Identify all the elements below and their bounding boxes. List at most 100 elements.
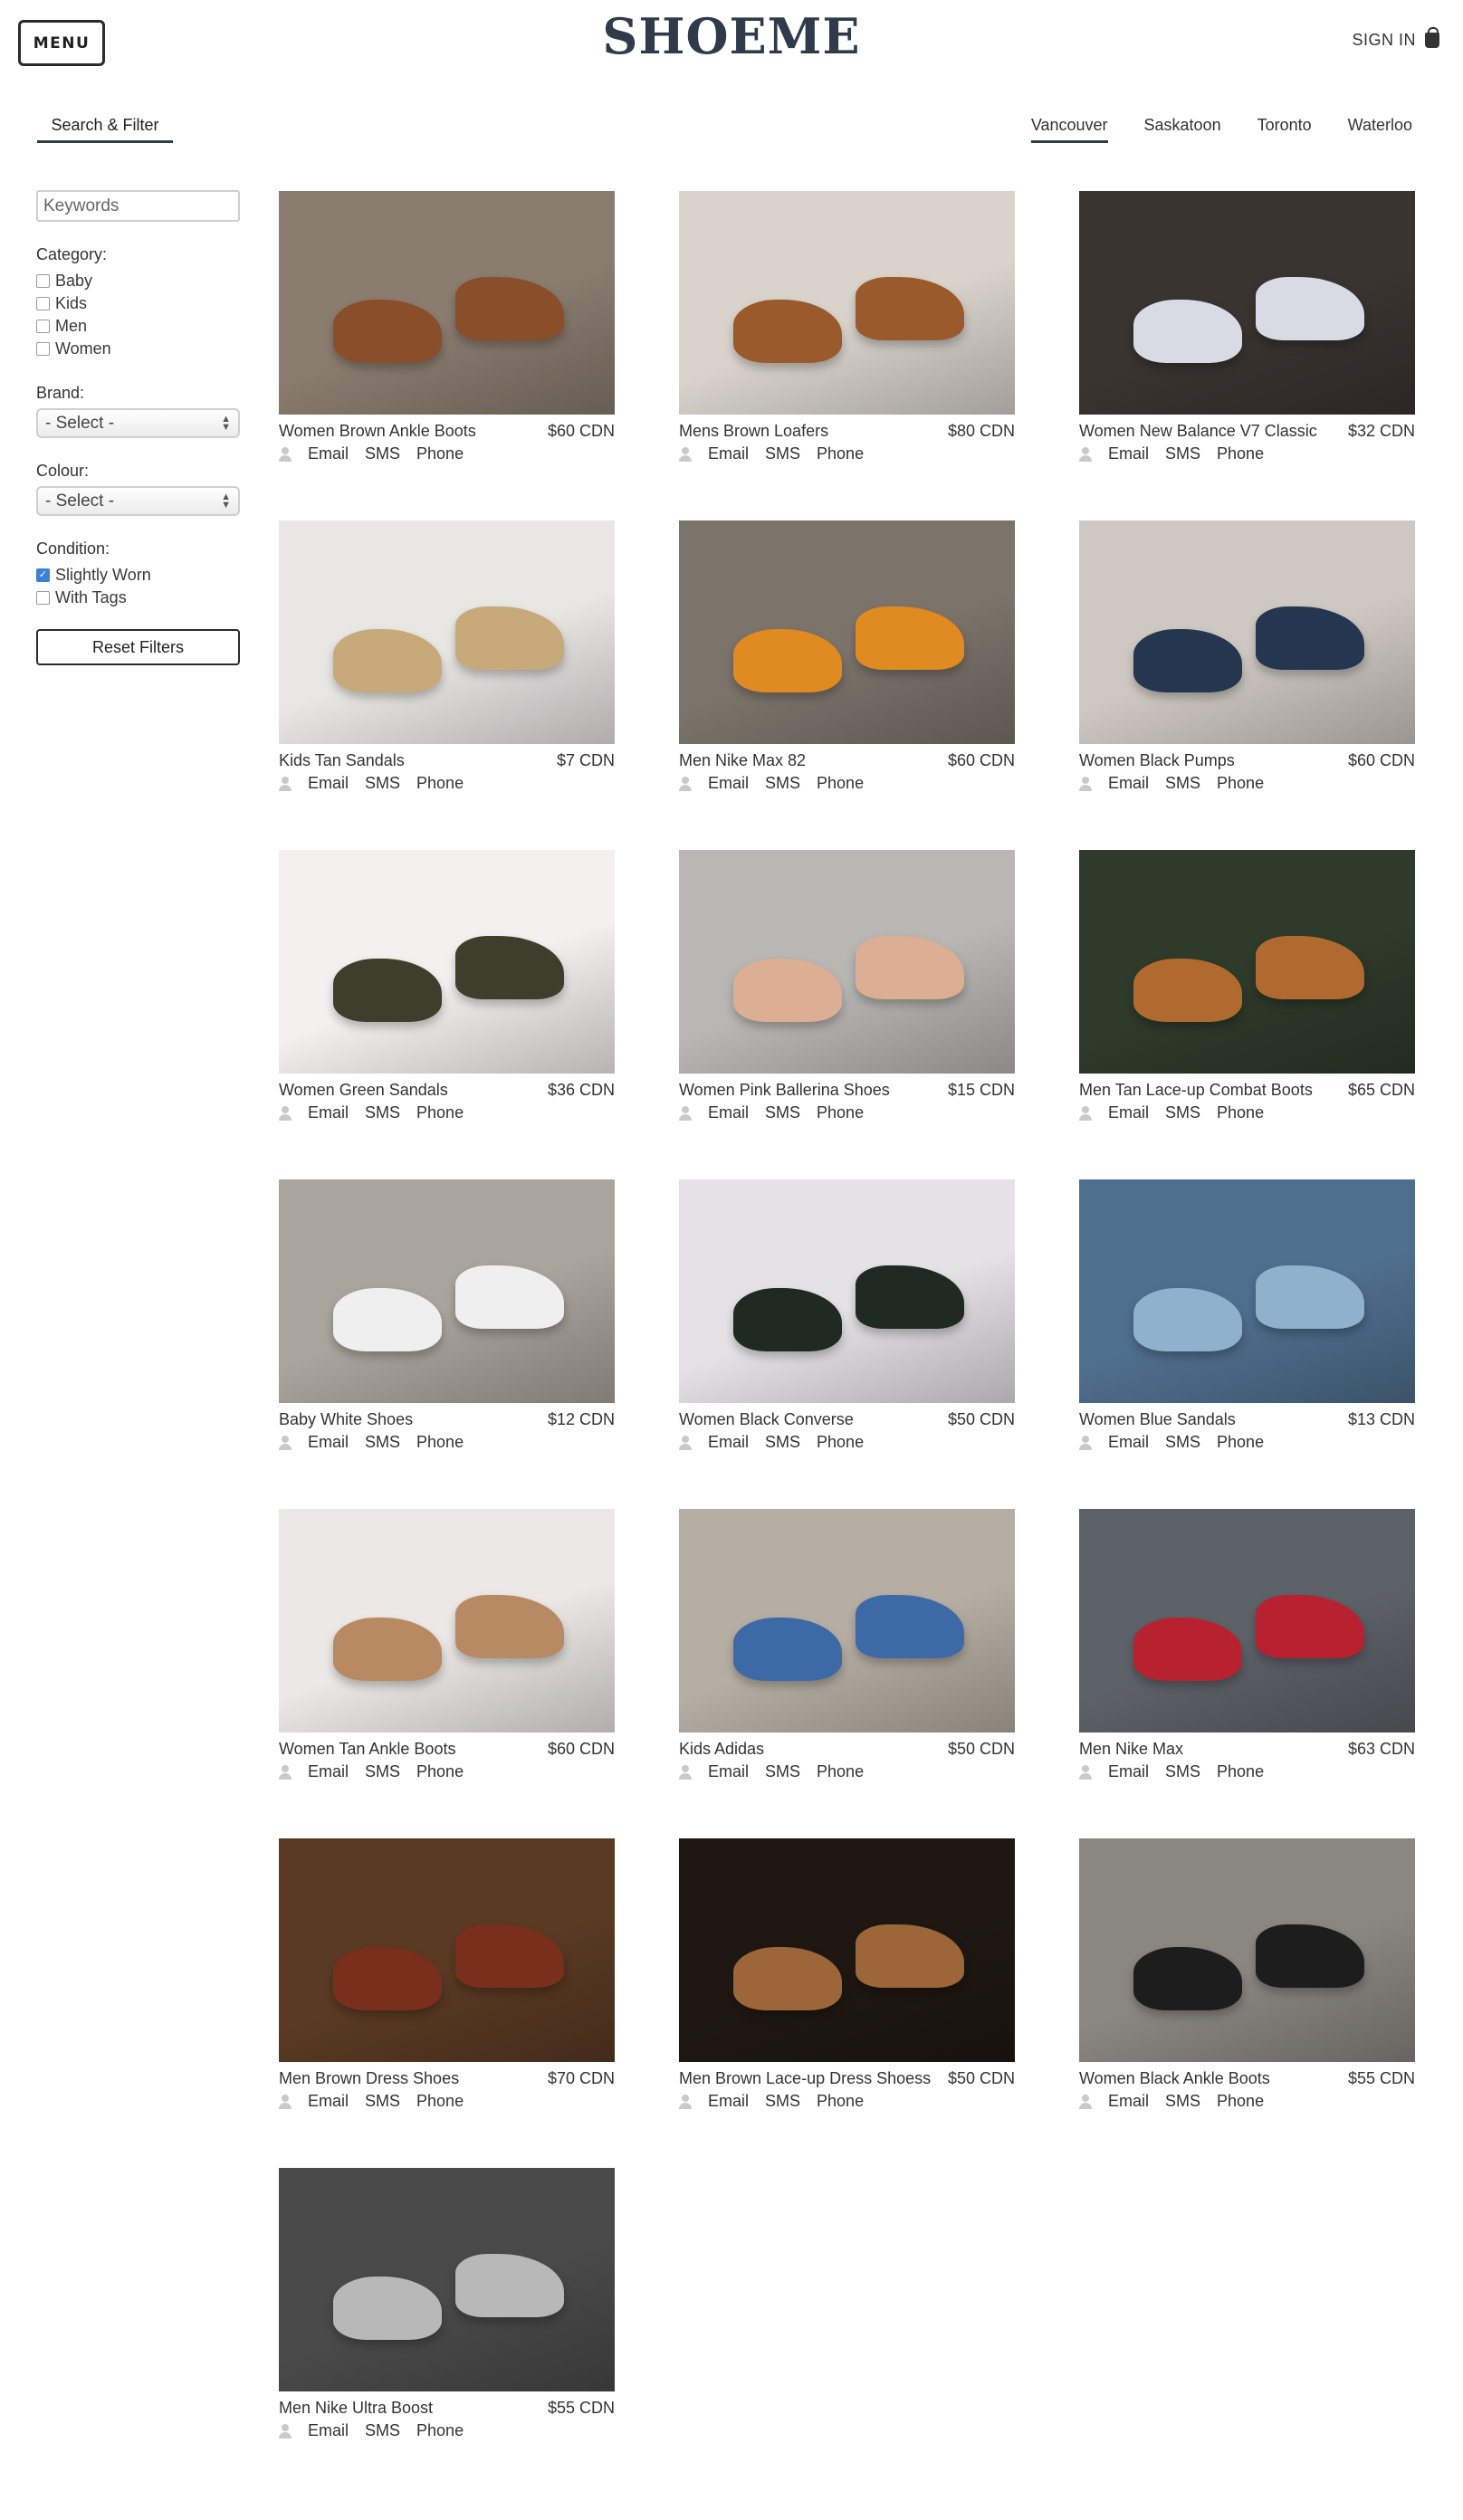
category-option-women[interactable]: Women <box>36 338 240 360</box>
contact-email-link[interactable]: Email <box>308 1433 349 1452</box>
contact-phone-link[interactable]: Phone <box>1217 774 1264 793</box>
product-image[interactable] <box>679 1179 1015 1403</box>
product-image[interactable] <box>679 191 1015 415</box>
contact-email-link[interactable]: Email <box>308 1762 349 1781</box>
contact-sms-link[interactable]: SMS <box>365 1762 400 1781</box>
product-image[interactable] <box>679 1838 1015 2062</box>
contact-phone-link[interactable]: Phone <box>416 1103 464 1122</box>
condition-option-slightly-worn[interactable]: ✓ Slightly Worn <box>36 564 240 587</box>
contact-phone-link[interactable]: Phone <box>1217 444 1264 463</box>
contact-sms-link[interactable]: SMS <box>1165 2092 1200 2111</box>
product-image[interactable] <box>279 850 615 1074</box>
contact-sms-link[interactable]: SMS <box>1165 1103 1200 1122</box>
product-image[interactable] <box>679 520 1015 744</box>
product-card[interactable]: Women Black Converse $50 CDN Email SMS P… <box>679 1179 1015 1509</box>
sign-in-link[interactable]: SIGN IN <box>1352 27 1439 50</box>
contact-phone-link[interactable]: Phone <box>416 1762 464 1781</box>
contact-email-link[interactable]: Email <box>708 1103 749 1122</box>
product-title[interactable]: Kids Adidas <box>679 1740 764 1759</box>
contact-sms-link[interactable]: SMS <box>365 444 400 463</box>
product-card[interactable]: Baby White Shoes $12 CDN Email SMS Phone <box>279 1179 615 1509</box>
product-title[interactable]: Mens Brown Loafers <box>679 422 828 441</box>
product-card[interactable]: Women Blue Sandals $13 CDN Email SMS Pho… <box>1079 1179 1415 1509</box>
contact-sms-link[interactable]: SMS <box>1165 1762 1200 1781</box>
tab-city-toronto[interactable]: Toronto <box>1257 112 1312 143</box>
contact-sms-link[interactable]: SMS <box>765 444 800 463</box>
contact-email-link[interactable]: Email <box>708 444 749 463</box>
product-card[interactable]: Men Nike Ultra Boost $55 CDN Email SMS P… <box>279 2168 615 2497</box>
contact-phone-link[interactable]: Phone <box>416 2092 464 2111</box>
product-title[interactable]: Men Nike Max 82 <box>679 751 806 770</box>
contact-phone-link[interactable]: Phone <box>817 2092 864 2111</box>
contact-sms-link[interactable]: SMS <box>765 774 800 793</box>
keywords-input[interactable] <box>36 190 240 222</box>
contact-phone-link[interactable]: Phone <box>416 2421 464 2440</box>
product-image[interactable] <box>679 850 1015 1074</box>
tab-city-saskatoon[interactable]: Saskatoon <box>1144 112 1221 143</box>
product-card[interactable]: Kids Adidas $50 CDN Email SMS Phone <box>679 1509 1015 1838</box>
contact-email-link[interactable]: Email <box>1108 1433 1149 1452</box>
checkbox[interactable] <box>36 591 50 605</box>
product-title[interactable]: Women Blue Sandals <box>1079 1410 1236 1429</box>
product-title[interactable]: Women Black Ankle Boots <box>1079 2069 1270 2088</box>
product-card[interactable]: Women Brown Ankle Boots $60 CDN Email SM… <box>279 191 615 520</box>
tab-search-filter[interactable]: Search & Filter <box>37 112 173 143</box>
contact-email-link[interactable]: Email <box>1108 1762 1149 1781</box>
checkbox[interactable] <box>36 274 50 288</box>
contact-sms-link[interactable]: SMS <box>1165 1433 1200 1452</box>
product-image[interactable] <box>1079 520 1415 744</box>
contact-email-link[interactable]: Email <box>708 2092 749 2111</box>
product-image[interactable] <box>679 1509 1015 1732</box>
product-card[interactable]: Men Tan Lace-up Combat Boots $65 CDN Ema… <box>1079 850 1415 1179</box>
contact-phone-link[interactable]: Phone <box>817 444 864 463</box>
contact-sms-link[interactable]: SMS <box>365 2092 400 2111</box>
product-image[interactable] <box>279 1509 615 1732</box>
contact-email-link[interactable]: Email <box>1108 1103 1149 1122</box>
contact-phone-link[interactable]: Phone <box>1217 1103 1264 1122</box>
product-card[interactable]: Women Tan Ankle Boots $60 CDN Email SMS … <box>279 1509 615 1838</box>
contact-sms-link[interactable]: SMS <box>765 1103 800 1122</box>
product-card[interactable]: Mens Brown Loafers $80 CDN Email SMS Pho… <box>679 191 1015 520</box>
contact-sms-link[interactable]: SMS <box>765 2092 800 2111</box>
product-title[interactable]: Women Black Pumps <box>1079 751 1235 770</box>
contact-phone-link[interactable]: Phone <box>1217 1762 1264 1781</box>
product-title[interactable]: Men Tan Lace-up Combat Boots <box>1079 1081 1313 1100</box>
checkbox[interactable] <box>36 320 50 333</box>
product-image[interactable] <box>279 1838 615 2062</box>
product-title[interactable]: Women Green Sandals <box>279 1081 448 1100</box>
brand-select[interactable]: - Select - ▲ ▼ <box>36 408 240 438</box>
product-title[interactable]: Men Nike Max <box>1079 1740 1183 1759</box>
product-image[interactable] <box>1079 1838 1415 2062</box>
product-image[interactable] <box>279 520 615 744</box>
menu-button[interactable]: MENU <box>18 20 105 66</box>
product-title[interactable]: Women Black Converse <box>679 1410 854 1429</box>
contact-email-link[interactable]: Email <box>1108 774 1149 793</box>
contact-phone-link[interactable]: Phone <box>416 444 464 463</box>
contact-phone-link[interactable]: Phone <box>817 1433 864 1452</box>
colour-select[interactable]: - Select - ▲ ▼ <box>36 486 240 516</box>
contact-sms-link[interactable]: SMS <box>1165 774 1200 793</box>
contact-email-link[interactable]: Email <box>308 1103 349 1122</box>
contact-phone-link[interactable]: Phone <box>416 1433 464 1452</box>
contact-phone-link[interactable]: Phone <box>817 774 864 793</box>
product-image[interactable] <box>279 2168 615 2391</box>
contact-phone-link[interactable]: Phone <box>1217 2092 1264 2111</box>
product-title[interactable]: Baby White Shoes <box>279 1410 413 1429</box>
contact-email-link[interactable]: Email <box>308 444 349 463</box>
product-card[interactable]: Kids Tan Sandals $7 CDN Email SMS Phone <box>279 520 615 850</box>
reset-filters-button[interactable]: Reset Filters <box>36 629 240 665</box>
product-card[interactable]: Men Brown Dress Shoes $70 CDN Email SMS … <box>279 1838 615 2168</box>
product-image[interactable] <box>1079 191 1415 415</box>
checkbox-checked[interactable]: ✓ <box>36 568 50 582</box>
product-title[interactable]: Women Pink Ballerina Shoes <box>679 1081 890 1100</box>
contact-email-link[interactable]: Email <box>708 1762 749 1781</box>
product-title[interactable]: Women Brown Ankle Boots <box>279 422 476 441</box>
contact-email-link[interactable]: Email <box>1108 2092 1149 2111</box>
contact-sms-link[interactable]: SMS <box>765 1433 800 1452</box>
tab-city-vancouver[interactable]: Vancouver <box>1030 112 1108 143</box>
category-option-men[interactable]: Men <box>36 315 240 338</box>
contact-email-link[interactable]: Email <box>1108 444 1149 463</box>
tab-city-waterloo[interactable]: Waterloo <box>1348 112 1412 143</box>
category-option-kids[interactable]: Kids <box>36 292 240 315</box>
contact-email-link[interactable]: Email <box>308 774 349 793</box>
